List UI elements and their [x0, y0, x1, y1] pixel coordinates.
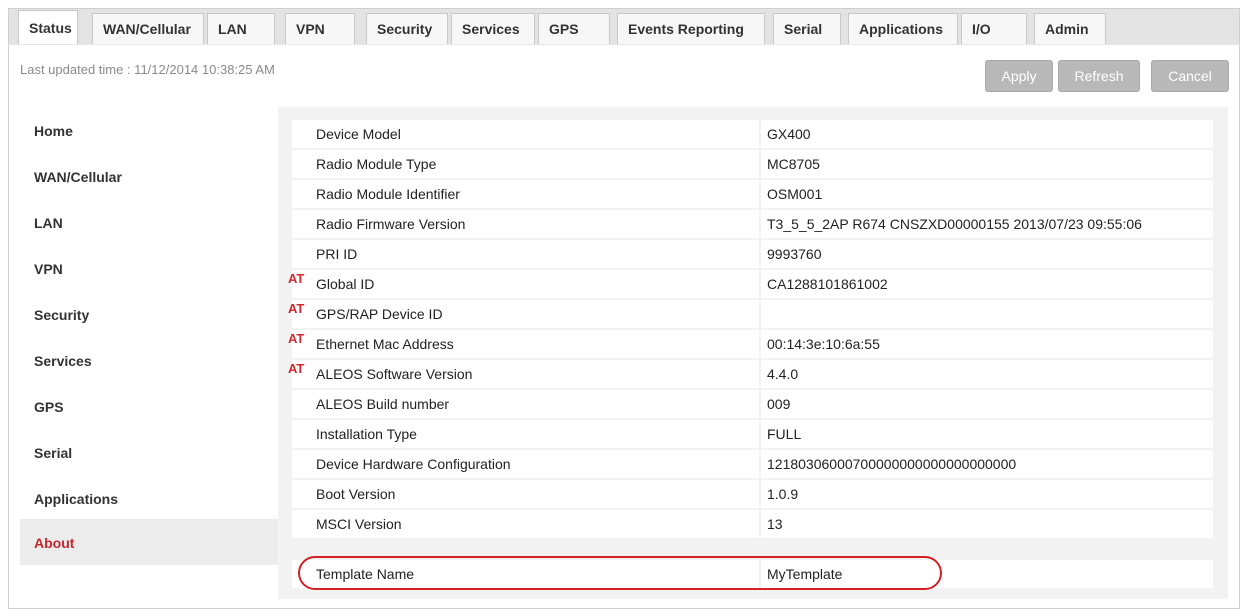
- column-divider: [759, 150, 761, 178]
- at-marker-icon: AT: [288, 271, 305, 286]
- sidebar-item-lan[interactable]: LAN: [20, 199, 278, 245]
- sidebar-item-security[interactable]: Security: [20, 291, 278, 337]
- sidebar-item-home[interactable]: Home: [20, 107, 278, 153]
- sidebar: Home WAN/Cellular LAN VPN Security Servi…: [20, 107, 278, 585]
- row-label: Installation Type: [316, 426, 417, 442]
- row-label: PRI ID: [316, 246, 358, 262]
- row-value: T3_5_5_2AP R674 CNSZXD00000155 2013/07/2…: [767, 216, 1142, 232]
- at-marker-icon: AT: [288, 331, 305, 346]
- table-row: AT Global ID CA1288101861002: [288, 268, 1213, 298]
- sidebar-item-about[interactable]: About: [20, 519, 278, 565]
- column-divider: [759, 240, 761, 268]
- row-value: FULL: [767, 426, 802, 442]
- table-row: AT Ethernet Mac Address 00:14:3e:10:6a:5…: [288, 328, 1213, 358]
- tab-serial[interactable]: Serial: [773, 13, 841, 44]
- row-value: 4.4.0: [767, 366, 799, 382]
- row-label: ALEOS Build number: [316, 396, 450, 412]
- template-name-highlight: [298, 556, 942, 590]
- table-row: Device Model GX400: [292, 118, 1213, 148]
- tab-vpn[interactable]: VPN: [285, 13, 355, 44]
- table-row: AT GPS/RAP Device ID: [288, 298, 1213, 328]
- cancel-button[interactable]: Cancel: [1151, 60, 1229, 92]
- row-label: GPS/RAP Device ID: [316, 306, 443, 322]
- table-row: Boot Version 1.0.9: [292, 478, 1213, 508]
- tab-lan[interactable]: LAN: [207, 13, 275, 44]
- column-divider: [759, 270, 761, 298]
- refresh-button[interactable]: Refresh: [1058, 60, 1140, 92]
- row-label: Radio Module Type: [316, 156, 437, 172]
- row-label: Radio Module Identifier: [316, 186, 460, 202]
- table-row: Installation Type FULL: [292, 418, 1213, 448]
- row-label: ALEOS Software Version: [316, 366, 473, 382]
- sidebar-item-services[interactable]: Services: [20, 337, 278, 383]
- row-label: Ethernet Mac Address: [316, 336, 454, 352]
- tab-admin[interactable]: Admin: [1034, 13, 1106, 44]
- apply-button[interactable]: Apply: [985, 60, 1053, 92]
- tab-applications[interactable]: Applications: [848, 13, 958, 44]
- row-value: 13: [767, 516, 783, 532]
- row-value: CA1288101861002: [767, 276, 888, 292]
- column-divider: [759, 360, 761, 388]
- at-marker-icon: AT: [288, 361, 305, 376]
- column-divider: [759, 450, 761, 478]
- table-row: Radio Firmware Version T3_5_5_2AP R674 C…: [292, 208, 1213, 238]
- row-value: GX400: [767, 126, 811, 142]
- sidebar-item-applications[interactable]: Applications: [20, 475, 278, 521]
- tab-gps[interactable]: GPS: [538, 13, 610, 44]
- at-marker-icon: AT: [288, 301, 305, 316]
- sidebar-item-gps[interactable]: GPS: [20, 383, 278, 429]
- column-divider: [759, 120, 761, 148]
- column-divider: [759, 480, 761, 508]
- last-updated-time: Last updated time : 11/12/2014 10:38:25 …: [20, 62, 275, 77]
- column-divider: [759, 300, 761, 328]
- column-divider: [759, 330, 761, 358]
- tab-io[interactable]: I/O: [961, 13, 1027, 44]
- table-row: Radio Module Type MC8705: [292, 148, 1213, 178]
- sidebar-item-vpn[interactable]: VPN: [20, 245, 278, 291]
- row-label: Device Model: [316, 126, 401, 142]
- sidebar-item-wan-cellular[interactable]: WAN/Cellular: [20, 153, 278, 199]
- row-label: MSCI Version: [316, 516, 402, 532]
- row-label: Global ID: [316, 276, 375, 292]
- row-value: 1.0.9: [767, 486, 799, 502]
- row-value: OSM001: [767, 186, 823, 202]
- row-label: Boot Version: [316, 486, 396, 502]
- sidebar-item-serial[interactable]: Serial: [20, 429, 278, 475]
- column-divider: [759, 510, 761, 538]
- tab-security[interactable]: Security: [366, 13, 448, 44]
- column-divider: [759, 210, 761, 238]
- column-divider: [759, 420, 761, 448]
- tab-services[interactable]: Services: [451, 13, 535, 44]
- tab-events-reporting[interactable]: Events Reporting: [617, 13, 765, 44]
- table-row: PRI ID 9993760: [292, 238, 1213, 268]
- table-row: Radio Module Identifier OSM001: [292, 178, 1213, 208]
- column-divider: [759, 180, 761, 208]
- table-row: MSCI Version 13: [292, 508, 1213, 538]
- tab-wan-cellular[interactable]: WAN/Cellular: [92, 13, 204, 44]
- table-row: AT ALEOS Software Version 4.4.0: [288, 358, 1213, 388]
- row-value: 9993760: [767, 246, 822, 262]
- row-value: MC8705: [767, 156, 820, 172]
- column-divider: [759, 390, 761, 418]
- row-label: Device Hardware Configuration: [316, 456, 511, 472]
- table-row: ALEOS Build number 009: [292, 388, 1213, 418]
- tab-status[interactable]: Status: [18, 10, 78, 45]
- row-value: 00:14:3e:10:6a:55: [767, 336, 880, 352]
- table-row: Device Hardware Configuration 1218030600…: [292, 448, 1213, 478]
- row-value: 12180306000700000000000000000000: [767, 456, 1017, 472]
- row-value: 009: [767, 396, 791, 412]
- row-label: Radio Firmware Version: [316, 216, 466, 232]
